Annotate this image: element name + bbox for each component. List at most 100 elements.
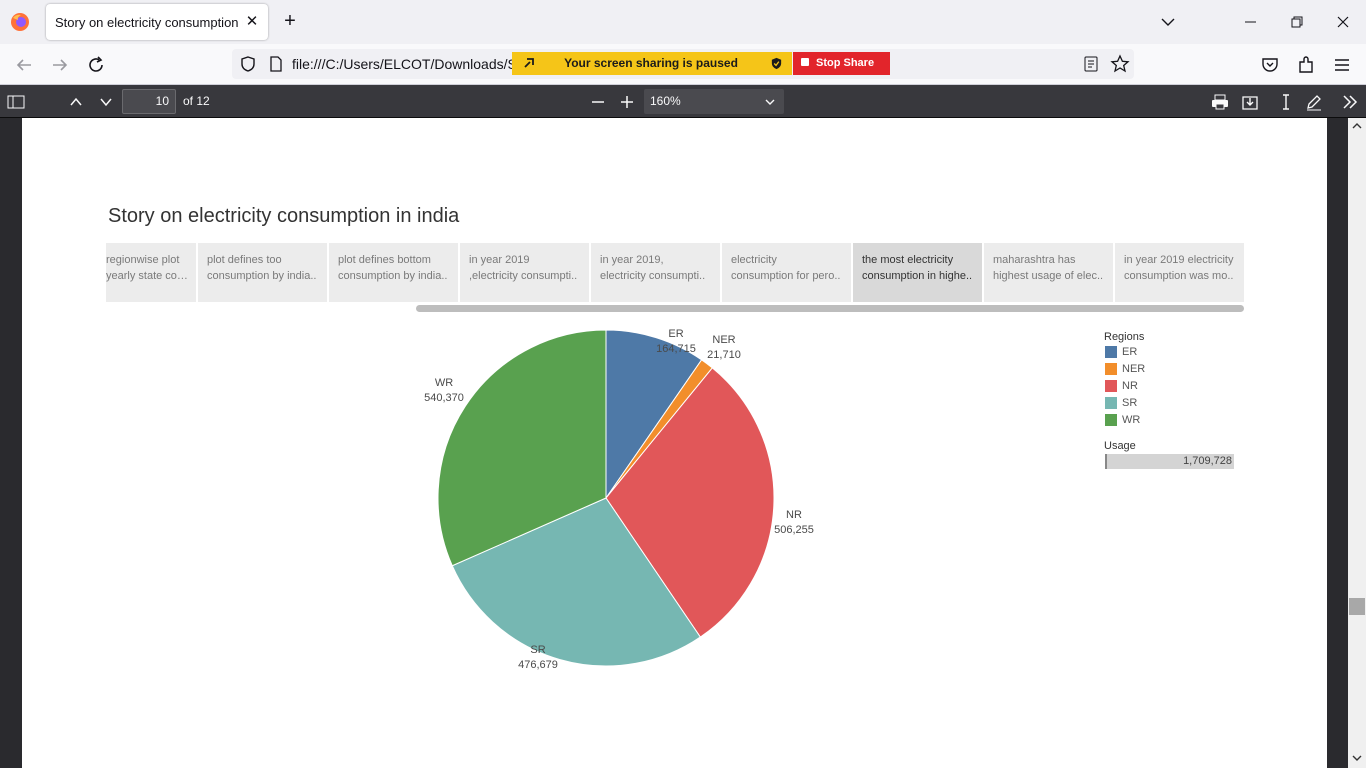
pie-data-label: WR 540,370 <box>414 376 474 406</box>
tab-strip: Story on electricity consumption in indi… <box>0 0 1366 44</box>
pie-label-category: NR <box>786 509 802 521</box>
menu-icon[interactable] <box>1331 54 1353 76</box>
story-point-line: electricity consumpti.. <box>600 270 706 282</box>
story-point[interactable]: electricity consumption for pero.. <box>722 243 851 302</box>
scroll-thumb[interactable] <box>1349 598 1365 615</box>
legend-swatch <box>1105 346 1117 358</box>
legend-swatch <box>1105 414 1117 426</box>
minimize-icon[interactable] <box>1241 12 1261 32</box>
story-point-line: yearly state con.. <box>106 270 188 282</box>
story-point-line: in year 2019 electricity <box>1124 254 1234 266</box>
story-point[interactable]: plot defines bottom consumption by india.… <box>329 243 458 302</box>
pie-data-label: SR 476,679 <box>508 643 568 673</box>
draw-pen-icon[interactable] <box>1304 92 1324 112</box>
story-point[interactable]: maharashtra has highest usage of elec.. <box>984 243 1113 302</box>
legend-label: WR <box>1122 414 1141 426</box>
story-point[interactable]: in year 2019 ,electricity consumpti.. <box>460 243 589 302</box>
usage-value: 1,709,728 <box>1183 455 1232 467</box>
share-status-text: Your screen sharing is paused <box>564 56 738 70</box>
scroll-down-icon[interactable] <box>1351 752 1363 764</box>
usage-title: Usage <box>1104 440 1136 452</box>
story-point[interactable]: regionwise plot yearly state con.. <box>106 243 196 302</box>
forward-icon[interactable] <box>49 54 71 76</box>
story-points-strip: regionwise plot yearly state con.. plot de… <box>106 243 1244 303</box>
pie-label-category: WR <box>434 377 454 389</box>
pocket-icon[interactable] <box>1259 54 1281 76</box>
legend-title: Regions <box>1104 331 1145 343</box>
page-number-input[interactable]: 10 <box>122 89 176 114</box>
story-point-line: consumption for pero.. <box>731 270 841 282</box>
restore-icon[interactable] <box>1287 12 1307 32</box>
story-point-line: ,electricity consumpti.. <box>469 270 578 282</box>
story-point[interactable]: in year 2019 electricity consumption was … <box>1115 243 1244 302</box>
pie-label-value: 540,370 <box>424 392 464 404</box>
legend-label: NER <box>1122 363 1146 375</box>
story-point-line: plot defines bottom <box>338 254 431 266</box>
vertical-scrollbar[interactable] <box>1348 118 1366 768</box>
bookmark-star-icon[interactable] <box>1110 54 1130 74</box>
zoom-out-icon[interactable] <box>588 92 608 112</box>
text-cursor-icon[interactable] <box>1276 92 1296 112</box>
shield-icon[interactable] <box>239 55 257 73</box>
next-page-icon[interactable] <box>96 92 116 112</box>
story-strip-scrollbar[interactable] <box>416 305 1244 312</box>
story-point-line: regionwise plot <box>106 254 180 266</box>
story-point-line: in year 2019, <box>600 254 664 266</box>
back-icon[interactable] <box>13 54 35 76</box>
story-point[interactable]: in year 2019, electricity consumpti.. <box>591 243 720 302</box>
pie-label-category: SR <box>530 644 546 656</box>
pie-label-category: NER <box>712 334 736 346</box>
story-point-line: the most electricity <box>862 254 954 266</box>
previous-page-icon[interactable] <box>66 92 86 112</box>
story-point-line: consumption was mo.. <box>1124 270 1234 282</box>
story-point[interactable]: plot defines too consumption by india.. <box>198 243 327 302</box>
file-icon[interactable] <box>268 55 284 73</box>
reload-icon[interactable] <box>85 54 107 76</box>
tab-close-icon[interactable]: ✕ <box>244 13 260 31</box>
stop-share-button[interactable]: Stop Share <box>793 52 890 75</box>
list-all-tabs-icon[interactable] <box>1158 12 1178 32</box>
url-text[interactable]: file:///C:/Users/ELCOT/Downloads/St <box>292 56 512 72</box>
page-count: of 12 <box>183 94 210 108</box>
story-point-line: in year 2019 <box>469 254 530 266</box>
pie-label-value: 506,255 <box>774 524 814 536</box>
story-point-line: consumption by india.. <box>338 270 448 282</box>
scroll-up-icon[interactable] <box>1351 120 1363 132</box>
story-point[interactable]: the most electricity consumption in highe… <box>853 243 982 302</box>
story-point-line: consumption in highe.. <box>862 270 973 282</box>
sidebar-toggle-icon[interactable] <box>6 92 26 112</box>
tab-title: Story on electricity consumption in indi… <box>55 15 243 30</box>
story-title: Story on electricity consumption in indi… <box>108 205 460 227</box>
pie-data-label: NR 506,255 <box>764 508 824 538</box>
legend-swatch <box>1105 397 1117 409</box>
zoom-select[interactable]: 160% <box>644 89 784 114</box>
close-window-icon[interactable] <box>1333 12 1353 32</box>
screen-share-banner: Your screen sharing is paused <box>512 52 792 75</box>
story-point-line: highest usage of elec.. <box>993 270 1104 282</box>
extensions-icon[interactable] <box>1295 54 1317 76</box>
firefox-logo-icon <box>11 13 29 31</box>
zoom-in-icon[interactable] <box>617 92 637 112</box>
more-tools-icon[interactable] <box>1340 92 1360 112</box>
story-point-line: electricity <box>731 254 777 266</box>
save-download-icon[interactable] <box>1240 92 1260 112</box>
pdf-toolbar: 10 of 12 160% <box>0 85 1366 118</box>
pie-label-value: 21,710 <box>707 349 741 361</box>
legend-swatch <box>1105 380 1117 392</box>
stop-icon <box>801 58 809 66</box>
legend-swatch <box>1105 363 1117 375</box>
pie-label-value: 476,679 <box>518 659 558 671</box>
reader-view-icon[interactable] <box>1082 55 1100 73</box>
story-point-line: plot defines too <box>207 254 282 266</box>
print-icon[interactable] <box>1210 92 1230 112</box>
story-point-line: maharashtra has <box>993 254 1076 266</box>
usage-bar: 1,709,728 <box>1105 454 1234 469</box>
pie-data-label: NER 21,710 <box>694 333 754 363</box>
legend-label: SR <box>1122 397 1138 409</box>
new-tab-button[interactable]: + <box>280 11 300 33</box>
chevron-down-icon <box>765 99 775 105</box>
active-tab[interactable]: Story on electricity consumption in indi… <box>46 4 268 40</box>
zoom-value: 160% <box>650 94 681 108</box>
stop-share-label: Stop Share <box>816 57 875 69</box>
legend-label: ER <box>1122 346 1138 358</box>
